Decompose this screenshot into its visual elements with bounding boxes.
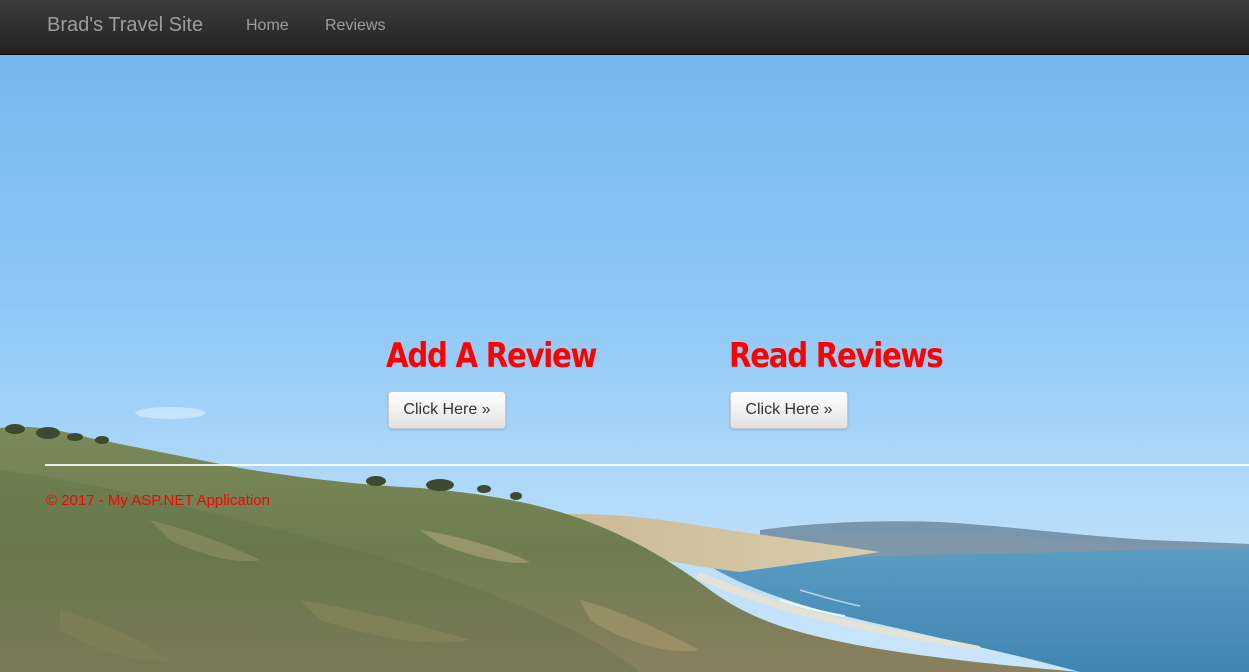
nav-link-home[interactable]: Home <box>246 17 289 35</box>
read-reviews-button[interactable]: Click Here » <box>730 391 848 429</box>
add-review-heading: Add A Review <box>386 336 598 376</box>
top-navbar: Brad's Travel Site Home Reviews <box>0 0 1249 55</box>
read-reviews-heading: Read Reviews <box>729 336 944 376</box>
background-landscape <box>0 0 1249 672</box>
brand-link[interactable]: Brad's Travel Site <box>47 14 203 37</box>
footer-copyright: © 2017 - My ASP.NET Application <box>46 492 270 509</box>
page: Brad's Travel Site Home Reviews Add A Re… <box>0 0 1249 672</box>
nav-link-reviews[interactable]: Reviews <box>325 17 385 35</box>
footer-divider <box>45 464 1249 466</box>
add-review-button[interactable]: Click Here » <box>388 391 506 429</box>
